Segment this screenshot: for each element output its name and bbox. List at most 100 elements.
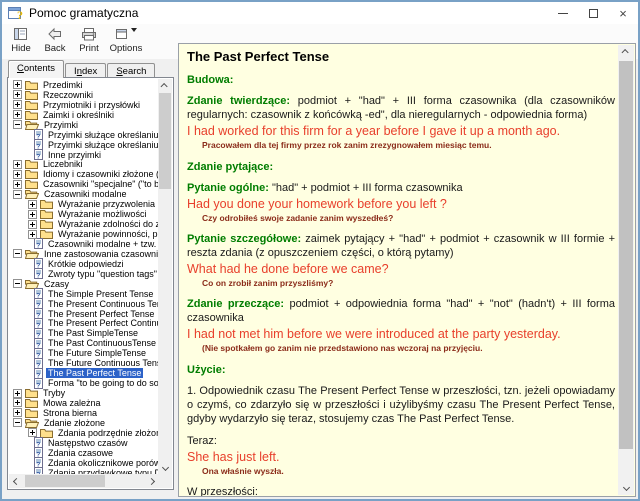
tree-scroll-thumb[interactable]	[159, 93, 171, 189]
tree-item[interactable]: ?The Future SimpleTense	[9, 348, 158, 358]
tree-item-label[interactable]: The Present Perfect Tense	[46, 309, 156, 319]
tree-item-label[interactable]: Liczebniki	[41, 159, 85, 169]
content-scrollbar[interactable]	[618, 45, 634, 495]
tree-item[interactable]: Inne zastosowania czasowników m	[9, 249, 158, 259]
tree-item[interactable]: ?Przyimki służące określaniu mie	[9, 140, 158, 150]
tree-item[interactable]: ?Forma "to be going to do som	[9, 378, 158, 388]
tree-item-label[interactable]: Rzeczowniki	[41, 90, 95, 100]
tree-item-label[interactable]: Czasy	[42, 279, 71, 289]
tree-item[interactable]: Zdania podrzędnie złożone	[9, 428, 158, 438]
scroll-right-button[interactable]	[144, 474, 158, 488]
tree-item[interactable]: ?The Past ContinuousTense	[9, 338, 158, 348]
tree-item[interactable]: Liczebniki	[9, 160, 158, 170]
tree-item[interactable]: ?The Present Continuous Tens	[9, 299, 158, 309]
tree-item[interactable]: Czasowniki "specjalne" ("to be", "	[9, 179, 158, 189]
content-scroll-up-button[interactable]	[618, 45, 634, 60]
tree-item[interactable]: ?Następstwo czasów	[9, 438, 158, 448]
tree-item[interactable]: ?The Past Perfect Tense	[9, 368, 158, 378]
content-scroll-thumb[interactable]	[619, 61, 633, 449]
tree-item-label[interactable]: Przyimki służące określaniu cza	[46, 130, 158, 140]
content-scroll-down-button[interactable]	[618, 480, 634, 495]
tree-item[interactable]: Mowa zależna	[9, 398, 158, 408]
expander-icon[interactable]	[13, 398, 22, 407]
tree-item[interactable]: ?Zdania okolicznikowe porówn	[9, 458, 158, 468]
expander-icon[interactable]	[13, 279, 22, 288]
close-button[interactable]: ×	[608, 2, 638, 24]
tree-item-label[interactable]: Czasowniki modalne + tzw. Pe	[46, 239, 158, 249]
tree-item[interactable]: Idiomy i czasowniki złożone ("phra	[9, 169, 158, 179]
tree-item-label[interactable]: Zdania podrzędnie złożone	[56, 428, 158, 438]
tree-item-label[interactable]: Inne zastosowania czasowników m	[42, 249, 158, 259]
tree-item-label[interactable]: Zdania okolicznikowe porówn	[46, 458, 158, 468]
tree-item-label[interactable]: Wyrażanie zdolności do zrobie	[56, 219, 158, 229]
tree-item-label[interactable]: The Past SimpleTense	[46, 328, 140, 338]
expander-icon[interactable]	[13, 190, 22, 199]
tree-item[interactable]: ?Zwroty typu "question tags"	[9, 269, 158, 279]
tab-search[interactable]: Search	[107, 63, 155, 78]
tree-item[interactable]: ?The Future Continuous Tense	[9, 358, 158, 368]
tree-item-label[interactable]: Inne przyimki	[46, 150, 103, 160]
tree-item[interactable]: Czasy	[9, 279, 158, 289]
tree-item-label[interactable]: The Future Continuous Tense	[46, 358, 158, 368]
scroll-left-button[interactable]	[9, 474, 23, 488]
tree-item[interactable]: ?Czasowniki modalne + tzw. Pe	[9, 239, 158, 249]
tree-item[interactable]: Wyrażanie przyzwolenia	[9, 199, 158, 209]
tree-item[interactable]: ?Przyimki służące określaniu cza	[9, 130, 158, 140]
print-button[interactable]: Print	[72, 24, 106, 54]
tree-item[interactable]: ?Inne przyimki	[9, 150, 158, 160]
expander-icon[interactable]	[13, 180, 22, 189]
tree-item-label[interactable]: Wyrażanie możliwości	[56, 209, 148, 219]
back-button[interactable]: Back	[38, 24, 72, 54]
tree-item-label[interactable]: Zwroty typu "question tags"	[46, 269, 158, 279]
tree-item-label[interactable]: Przyimki	[42, 120, 80, 130]
tree-item-label[interactable]: The Present Perfect Continuo	[46, 318, 158, 328]
tree-item-label[interactable]: Czasowniki "specjalne" ("to be", "	[41, 179, 158, 189]
tree-item-label[interactable]: Następstwo czasów	[46, 438, 130, 448]
tree-item-label[interactable]: Czasowniki modalne	[42, 189, 129, 199]
expander-icon[interactable]	[13, 170, 22, 179]
tree-item-label[interactable]: Mowa zależna	[41, 398, 103, 408]
tree-item-label[interactable]: Strona bierna	[41, 408, 99, 418]
expander-icon[interactable]	[13, 389, 22, 398]
scroll-up-button[interactable]	[158, 79, 172, 93]
tree-item-label[interactable]: Tryby	[41, 388, 67, 398]
tree-item[interactable]: Przedimki	[9, 80, 158, 90]
expander-icon[interactable]	[28, 428, 37, 437]
options-button[interactable]: Options	[106, 24, 146, 54]
tree-item-label[interactable]: Przedimki	[41, 80, 85, 90]
expander-icon[interactable]	[13, 160, 22, 169]
tree-item[interactable]: Wyrażanie powinności, przymu	[9, 229, 158, 239]
expander-icon[interactable]	[28, 230, 37, 239]
expander-icon[interactable]	[13, 408, 22, 417]
tree-item-label[interactable]: Zdanie złożone	[42, 418, 107, 428]
tree-item[interactable]: Strona bierna	[9, 408, 158, 418]
tree-item[interactable]: ?The Present Perfect Continuo	[9, 319, 158, 329]
tree-item-label[interactable]: Wyrażanie przyzwolenia	[56, 199, 157, 209]
tree-item-label[interactable]: Idiomy i czasowniki złożone ("phra	[41, 169, 158, 179]
expander-icon[interactable]	[28, 210, 37, 219]
tree-item[interactable]: Zdanie złożone	[9, 418, 158, 428]
tree-hscroll-thumb[interactable]	[25, 475, 105, 487]
expander-icon[interactable]	[13, 110, 22, 119]
tab-index[interactable]: Index	[65, 63, 106, 78]
tree-item-label[interactable]: Wyrażanie powinności, przymu	[56, 229, 158, 239]
tree-item[interactable]: Rzeczowniki	[9, 90, 158, 100]
tree-item[interactable]: Tryby	[9, 388, 158, 398]
tree-item-label[interactable]: Przymiotniki i przysłówki	[41, 100, 142, 110]
tree-item[interactable]: ?Zdania czasowe	[9, 448, 158, 458]
tree-item-label[interactable]: Przyimki służące określaniu mie	[46, 140, 158, 150]
tab-contents[interactable]: Contents	[8, 60, 64, 78]
tree-item-label[interactable]: The Present Continuous Tens	[46, 299, 158, 309]
tree-horizontal-scrollbar[interactable]	[9, 474, 158, 488]
expander-icon[interactable]	[28, 220, 37, 229]
expander-icon[interactable]	[13, 249, 22, 258]
expander-icon[interactable]	[13, 120, 22, 129]
tree-item[interactable]: Wyrażanie zdolności do zrobie	[9, 219, 158, 229]
tree-item-label[interactable]: Zdania czasowe	[46, 448, 115, 458]
tree-item-label[interactable]: Zaimki i określniki	[41, 110, 116, 120]
maximize-button[interactable]	[578, 2, 608, 24]
expander-icon[interactable]	[28, 200, 37, 209]
scroll-down-button[interactable]	[158, 460, 172, 474]
tree-item[interactable]: Przyimki	[9, 120, 158, 130]
tree-item[interactable]: ?Krótkie odpowiedzi	[9, 259, 158, 269]
